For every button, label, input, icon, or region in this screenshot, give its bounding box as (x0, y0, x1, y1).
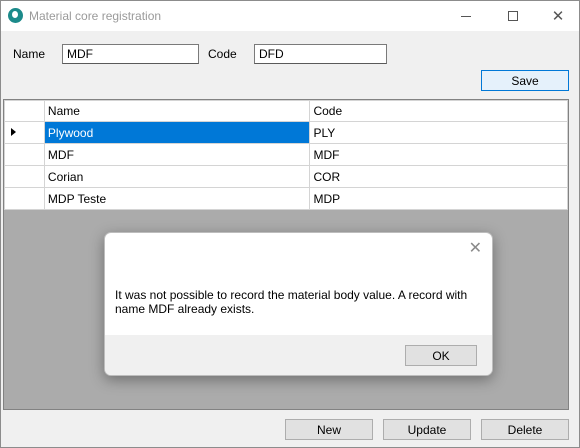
cell-code[interactable]: PLY (309, 121, 568, 144)
table-row[interactable]: MDF MDF (4, 143, 568, 166)
maximize-icon (508, 11, 518, 21)
table-row[interactable]: MDP Teste MDP (4, 187, 568, 210)
cell-code[interactable]: MDP (309, 187, 568, 210)
ok-button[interactable]: OK (405, 345, 477, 366)
materials-table: Name Code Plywood PLY MDF MDF Corian COR… (4, 100, 568, 210)
column-header-code[interactable]: Code (309, 100, 568, 122)
row-header[interactable] (4, 121, 45, 144)
maximize-button[interactable] (490, 1, 536, 31)
dialog-footer: OK (105, 335, 492, 375)
name-field[interactable] (62, 44, 199, 64)
cell-name[interactable]: Corian (43, 165, 311, 188)
row-header-corner[interactable] (4, 100, 45, 122)
cell-code[interactable]: COR (309, 165, 568, 188)
delete-button[interactable]: Delete (481, 419, 569, 440)
column-header-name[interactable]: Name (43, 100, 311, 122)
title-bar[interactable]: Material core registration ✕ (1, 1, 579, 31)
update-button[interactable]: Update (383, 419, 471, 440)
row-header[interactable] (4, 143, 45, 166)
new-button[interactable]: New (285, 419, 373, 440)
dialog-message: It was not possible to record the materi… (115, 288, 468, 316)
main-window: Material core registration ✕ Name Code S… (0, 0, 580, 448)
row-header[interactable] (4, 187, 45, 210)
error-dialog: ✕ It was not possible to record the mate… (104, 232, 493, 376)
table-row[interactable]: Corian COR (4, 165, 568, 188)
cell-name[interactable]: MDF (43, 143, 311, 166)
window-title: Material core registration (29, 9, 162, 23)
current-row-arrow-icon (11, 128, 16, 136)
save-button[interactable]: Save (481, 70, 569, 91)
row-header[interactable] (4, 165, 45, 188)
cell-name[interactable]: MDP Teste (43, 187, 311, 210)
grid-header-row: Name Code (4, 100, 568, 122)
minimize-button[interactable] (443, 1, 489, 31)
close-button[interactable]: ✕ (535, 1, 580, 31)
cell-name[interactable]: Plywood (43, 121, 311, 144)
table-row[interactable]: Plywood PLY (4, 121, 568, 144)
cell-code[interactable]: MDF (309, 143, 568, 166)
close-icon: ✕ (551, 7, 565, 25)
code-field[interactable] (254, 44, 387, 64)
dialog-close-icon[interactable]: ✕ (469, 238, 482, 258)
minimize-icon (461, 16, 471, 17)
name-label: Name (13, 47, 46, 61)
app-icon (8, 8, 23, 23)
code-label: Code (208, 47, 237, 61)
